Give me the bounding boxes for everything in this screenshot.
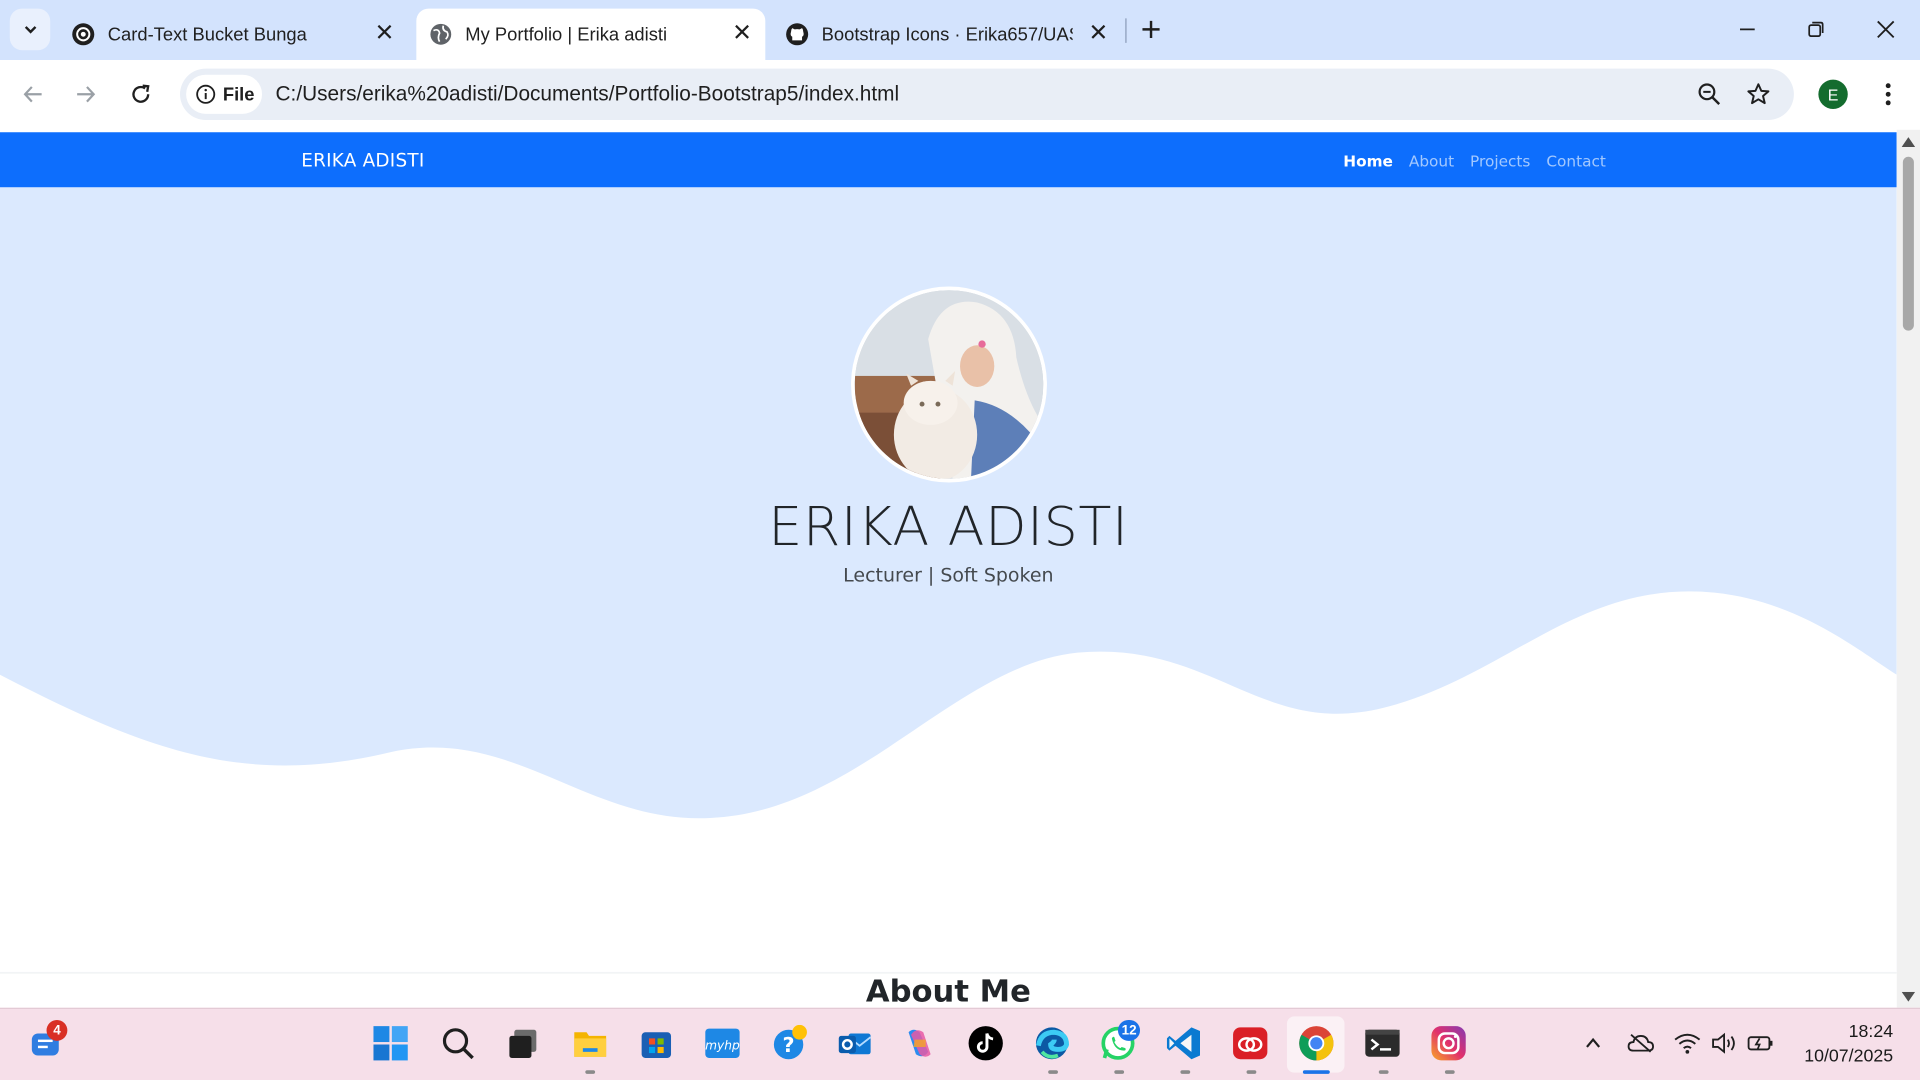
terminal-icon[interactable] [1363, 1024, 1402, 1063]
running-indicator [1378, 1070, 1389, 1074]
new-tab-button[interactable] [1136, 15, 1165, 44]
navbar-links: Home About Projects Contact [1343, 152, 1606, 170]
reload-icon [132, 84, 150, 103]
bookmark-button[interactable] [1744, 80, 1773, 109]
clock-time: 18:24 [1848, 1022, 1894, 1043]
close-icon [1877, 20, 1895, 38]
plus-icon [1142, 20, 1160, 38]
windows-start-icon[interactable] [371, 1024, 410, 1063]
address-bar[interactable]: File C:/Users/erika%20adisti/Documents/P… [180, 68, 1794, 121]
microsoft-store-icon[interactable] [637, 1024, 676, 1063]
screen: Card-Text Bucket Bunga My Portfolio | Er… [0, 0, 1920, 1080]
arrow-left-icon [23, 86, 42, 103]
running-indicator [1246, 1070, 1257, 1074]
scroll-down-arrow-icon[interactable] [1901, 991, 1916, 1002]
restore-button[interactable] [1801, 15, 1830, 44]
reload-button[interactable] [126, 80, 155, 109]
chrome-menu-button[interactable] [1873, 80, 1902, 109]
close-icon[interactable] [1087, 21, 1109, 43]
svg-text:?: ? [783, 1033, 795, 1057]
nav-link-home[interactable]: Home [1343, 152, 1393, 170]
scrollbar-thumb[interactable] [1902, 156, 1914, 331]
onedrive-offline-icon[interactable] [1627, 1030, 1654, 1057]
tab-title: My Portfolio | Erika adisti [465, 23, 668, 45]
creative-cloud-icon[interactable] [1231, 1024, 1270, 1063]
close-window-button[interactable] [1871, 15, 1900, 44]
navbar-brand[interactable]: ERIKA ADISTI [301, 149, 424, 171]
minimize-button[interactable] [1733, 15, 1762, 44]
active-indicator [1302, 1070, 1330, 1074]
running-indicator [1114, 1070, 1125, 1074]
profile-avatar[interactable]: E [1818, 79, 1848, 109]
site-navbar: ERIKA ADISTI Home About Projects Contact [0, 132, 1897, 188]
arrow-right-icon [77, 86, 96, 103]
search-icon[interactable] [438, 1024, 477, 1063]
tab-separator [1125, 18, 1127, 43]
hero-subtitle: Lecturer | Soft Spoken [843, 564, 1054, 587]
myhp-icon[interactable]: myhp [703, 1024, 742, 1063]
tab-bootstrap-icons[interactable]: Bootstrap Icons · Erika657/UAS( [773, 9, 1122, 60]
running-indicator [585, 1070, 596, 1074]
copilot-icon[interactable] [900, 1024, 939, 1063]
file-explorer-icon[interactable] [571, 1024, 610, 1063]
tab-title: Card-Text Bucket Bunga [107, 23, 307, 45]
tab-title: Bootstrap Icons · Erika657/UAS( [821, 23, 1073, 45]
github-icon [785, 22, 809, 46]
get-help-icon[interactable]: ? [770, 1024, 809, 1063]
instagram-icon[interactable] [1429, 1024, 1468, 1063]
restore-icon [1808, 21, 1824, 37]
close-icon[interactable] [731, 21, 753, 43]
tab-strip: Card-Text Bucket Bunga My Portfolio | Er… [0, 0, 1920, 61]
nav-link-contact[interactable]: Contact [1546, 152, 1606, 170]
site-info-chip[interactable]: File [186, 74, 263, 114]
nav-link-about[interactable]: About [1409, 152, 1454, 170]
battery-charging-icon[interactable] [1747, 1030, 1774, 1057]
hero-section: ERIKA ADISTI Lecturer | Soft Spoken [0, 187, 1897, 972]
running-indicator [1444, 1070, 1455, 1074]
chrome-icon[interactable] [1297, 1024, 1336, 1063]
hero-name: ERIKA ADISTI [768, 495, 1129, 559]
browser-toolbar: File C:/Users/erika%20adisti/Documents/P… [0, 60, 1920, 130]
chat-badge: 4 [46, 1020, 68, 1041]
clock-date: 10/07/2025 [1804, 1046, 1894, 1067]
windows-taskbar: 4 myhp ? 12 18:24 10/07/2025 [0, 1007, 1920, 1080]
page-viewport: ERIKA ADISTI Home About Projects Contact [0, 129, 1897, 1008]
zoom-out-icon [1698, 83, 1721, 105]
about-section-title: About Me [0, 972, 1897, 1008]
scheme-label: File [222, 83, 255, 105]
show-hidden-icons-button[interactable] [1580, 1030, 1607, 1057]
chevron-down-icon [24, 26, 36, 34]
forward-button[interactable] [71, 80, 100, 109]
tab-card-text[interactable]: Card-Text Bucket Bunga [59, 9, 408, 60]
close-icon[interactable] [373, 21, 395, 43]
chevron-up-icon [1586, 1037, 1601, 1048]
back-button[interactable] [18, 80, 47, 109]
tiktok-icon[interactable] [966, 1024, 1005, 1063]
system-clock[interactable]: 18:24 10/07/2025 [1776, 1020, 1894, 1069]
zoom-button[interactable] [1695, 80, 1724, 109]
tab-search-button[interactable] [9, 8, 51, 51]
tab-my-portfolio[interactable]: My Portfolio | Erika adisti [416, 8, 766, 61]
minimize-icon [1740, 28, 1755, 31]
vscode-icon[interactable] [1164, 1024, 1203, 1063]
scroll-up-arrow-icon[interactable] [1901, 137, 1916, 147]
globe-icon [429, 22, 453, 46]
openai-icon [71, 22, 95, 46]
volume-icon[interactable] [1711, 1030, 1738, 1057]
more-vertical-icon [1885, 83, 1891, 106]
page-scrollbar[interactable] [1896, 129, 1920, 1008]
task-view-icon[interactable] [503, 1024, 542, 1063]
nav-link-projects[interactable]: Projects [1470, 152, 1530, 170]
info-icon [196, 84, 216, 104]
outlook-icon[interactable] [835, 1024, 874, 1063]
star-icon [1747, 83, 1770, 105]
running-indicator [1180, 1070, 1191, 1074]
running-indicator [1048, 1070, 1058, 1074]
url-text[interactable]: C:/Users/erika%20adisti/Documents/Portfo… [276, 82, 900, 106]
edge-icon[interactable] [1032, 1024, 1071, 1063]
profile-photo [851, 286, 1047, 483]
svg-text:myhp: myhp [705, 1038, 740, 1052]
wifi-icon[interactable] [1674, 1030, 1701, 1057]
whatsapp-badge: 12 [1117, 1020, 1141, 1041]
